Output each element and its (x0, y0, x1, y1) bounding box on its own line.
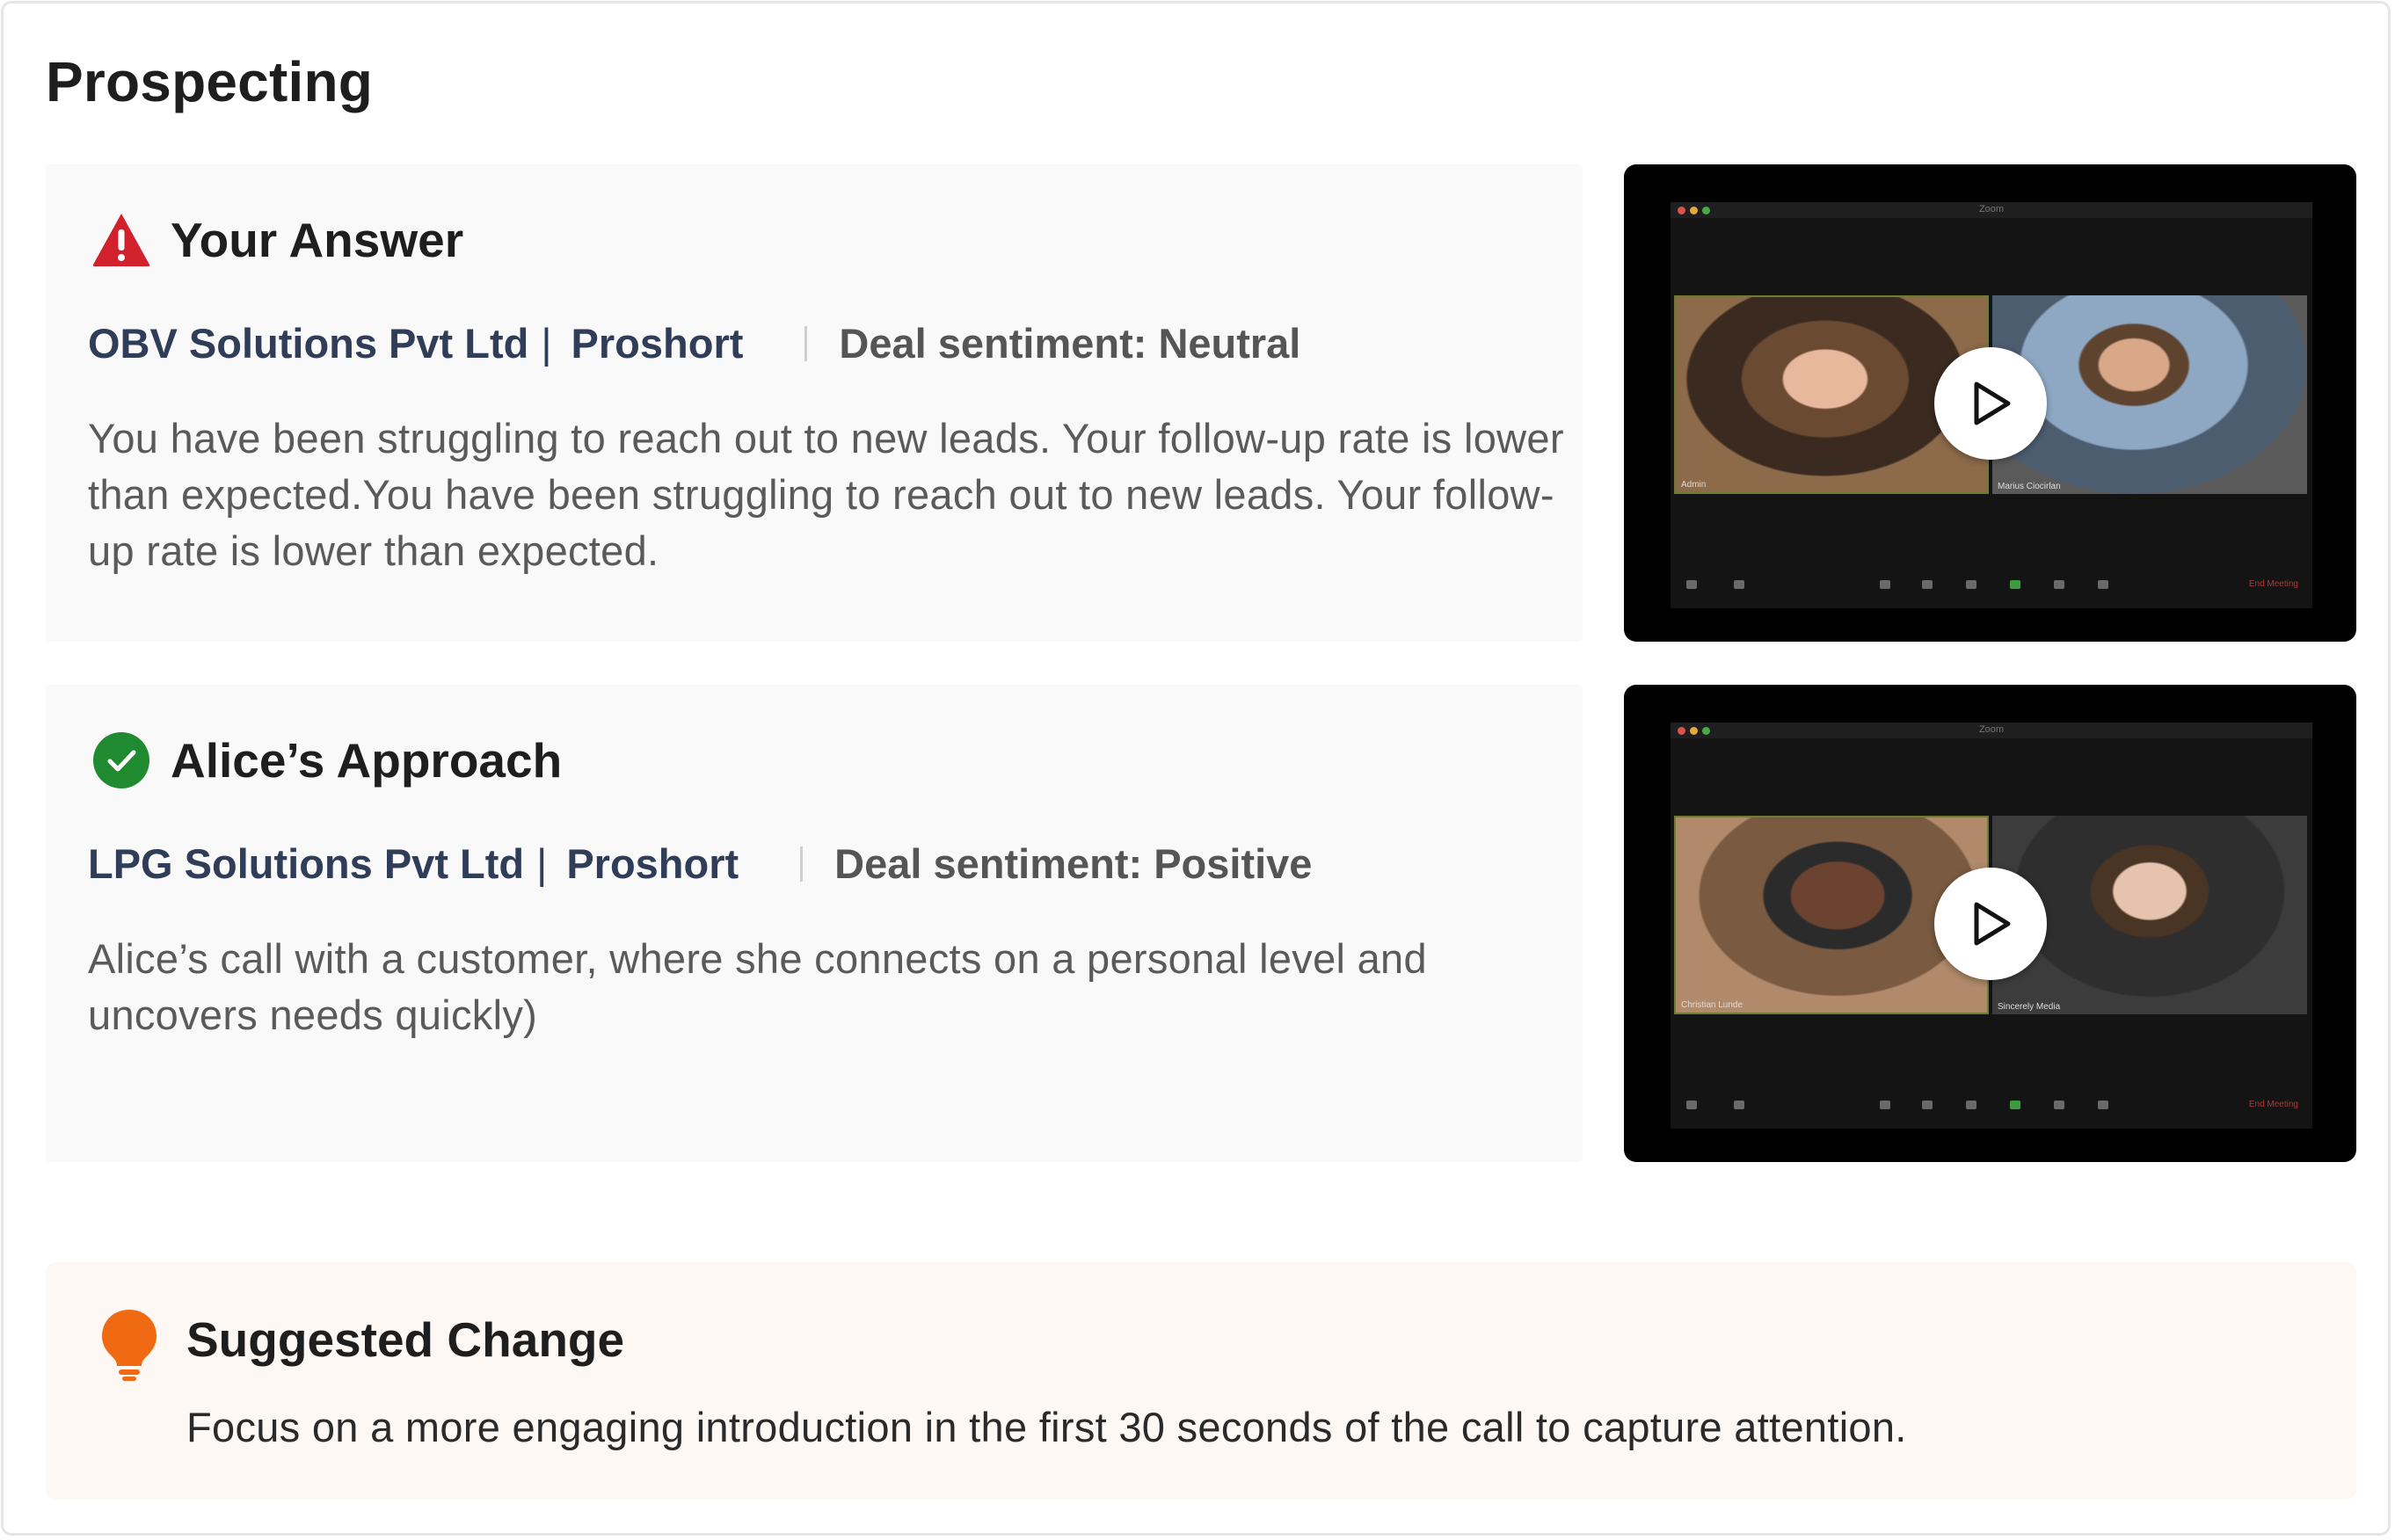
alice-approach-video[interactable]: Zoom Christian Lunde Sincerely Media End… (1624, 685, 2356, 1162)
security-icon (1880, 580, 1890, 589)
your-answer-panel: Your Answer OBV Solutions Pvt Ltd | Pros… (46, 164, 1583, 642)
participants-icon (1922, 1101, 1933, 1109)
play-icon (1974, 381, 2010, 425)
your-answer-description: You have been struggling to reach out to… (88, 415, 1564, 574)
participants-icon (1922, 580, 1933, 589)
page-title: Prospecting (46, 50, 374, 113)
mic-icon (1686, 1101, 1697, 1109)
camera-icon (1734, 1101, 1744, 1109)
your-answer-video[interactable]: Zoom Admin Marius Ciocirlan End Meeting (1624, 164, 2356, 642)
your-answer-meta: OBV Solutions Pvt Ltd | Proshort Deal se… (88, 319, 1300, 367)
warning-triangle-icon (92, 214, 150, 266)
alice-approach-header: Alice’s Approach (91, 730, 562, 790)
suggested-change-title: Suggested Change (186, 1312, 625, 1367)
chat-icon (1966, 1101, 1976, 1109)
company-divider: | (536, 840, 548, 887)
company-divider: | (541, 320, 552, 367)
record-icon (2054, 1101, 2064, 1109)
deal-sentiment: Deal sentiment: Neutral (839, 320, 1301, 367)
share-icon (2010, 1101, 2020, 1109)
end-meeting-label: End Meeting (2248, 579, 2298, 589)
suggested-change-body: Focus on a more engaging introduction in… (186, 1404, 1907, 1450)
lightbulb-icon (102, 1310, 157, 1381)
end-meeting-label: End Meeting (2248, 1100, 2298, 1109)
suggested-change-panel: Suggested Change Focus on a more engagin… (46, 1262, 2356, 1500)
meeting-toolbar: End Meeting (1671, 571, 2312, 598)
camera-icon (1734, 580, 1744, 589)
alice-approach-title: Alice’s Approach (171, 733, 563, 788)
chat-icon (1966, 580, 1976, 589)
reactions-icon (2098, 1101, 2108, 1109)
play-button[interactable] (1933, 346, 2047, 460)
company-name: OBV Solutions Pvt Ltd (88, 320, 529, 367)
card-container: Prospecting Your Answer OBV Solutions Pv… (1, 1, 2391, 1536)
your-answer-title: Your Answer (171, 213, 464, 267)
participant-name: Marius Ciocirlan (1998, 482, 2061, 491)
your-answer-header: Your Answer (91, 210, 463, 270)
alice-approach-panel: Alice’s Approach LPG Solutions Pvt Ltd |… (46, 685, 1583, 1162)
meta-separator (800, 846, 804, 882)
zoom-window-title: Zoom (1978, 724, 2005, 735)
product-name: Proshort (571, 320, 744, 367)
alice-approach-description: Alice’s call with a customer, where she … (88, 935, 1427, 1038)
mic-icon (1686, 580, 1697, 589)
meta-separator (804, 325, 808, 361)
company-name: LPG Solutions Pvt Ltd (88, 840, 525, 887)
play-button[interactable] (1933, 867, 2047, 980)
product-name: Proshort (566, 840, 739, 887)
alice-approach-meta: LPG Solutions Pvt Ltd | Proshort Deal se… (88, 839, 1312, 888)
meeting-toolbar: End Meeting (1671, 1092, 2312, 1118)
participant-name: Christian Lunde (1681, 1000, 1743, 1010)
participant-name: Admin (1681, 480, 1707, 490)
security-icon (1880, 1101, 1890, 1109)
deal-sentiment: Deal sentiment: Positive (834, 840, 1313, 887)
participant-name: Sincerely Media (1998, 1002, 2061, 1012)
check-circle-icon (93, 732, 149, 788)
reactions-icon (2098, 580, 2108, 589)
record-icon (2054, 580, 2064, 589)
share-icon (2010, 580, 2020, 589)
zoom-window-title: Zoom (1978, 204, 2005, 214)
play-icon (1974, 902, 2010, 945)
